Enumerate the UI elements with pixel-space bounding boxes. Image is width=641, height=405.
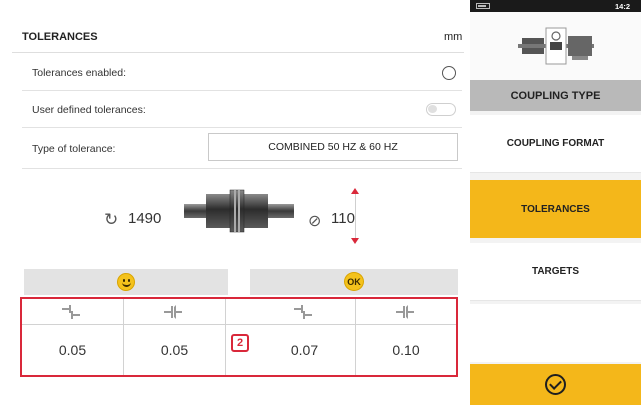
rpm-value[interactable]: 1490 [128,210,161,227]
coupling-image [184,189,294,233]
tolerance-table: 0.05 0.05 0.07 0.10 2 [20,297,458,377]
tolerance-value-cell[interactable]: 0.10 [356,325,456,375]
tolerance-header-cell [124,299,226,325]
user-defined-tolerances-label: User defined tolerances: [32,104,146,116]
row-divider [22,90,462,91]
diameter-icon: ⊘ [308,213,322,230]
user-defined-tolerances-toggle[interactable] [426,103,456,116]
diameter-dimension-line [355,194,356,242]
tolerance-value-cell[interactable]: 0.05 [124,325,226,375]
tolerance-header-cell [356,299,456,325]
status-bar-right: OK [250,269,458,295]
angularity-icon [396,305,414,319]
type-of-tolerance-label: Type of tolerance: [32,143,116,155]
type-of-tolerance-select[interactable]: COMBINED 50 HZ & 60 HZ [208,133,458,161]
tolerances-panel: TOLERANCES mm Tolerances enabled: User d… [0,0,470,405]
row-divider [22,168,462,169]
dimension-arrow-down [351,238,359,244]
tolerance-value-cell[interactable]: 0.07 [254,325,356,375]
rotation-icon: ↻ [104,210,119,229]
offset-icon [62,305,80,319]
clock: 14:2 [615,2,631,11]
tolerances-enabled-radio[interactable] [442,66,456,80]
battery-icon [476,3,490,9]
nav-empty-slot [470,304,641,362]
tolerance-header-cell [22,299,124,325]
row-divider [22,127,462,128]
nav-item-coupling-format[interactable]: COUPLING FORMAT [470,115,641,173]
tolerances-enabled-label: Tolerances enabled: [32,67,126,79]
callout-badge: 2 [231,334,249,352]
tolerance-value-cell[interactable]: 0.05 [22,325,124,375]
nav-item-targets[interactable]: TARGETS [470,243,641,301]
angularity-icon [164,305,182,319]
machine-thumbnail[interactable] [470,12,641,80]
unit-label: mm [444,31,463,43]
tolerance-header-gap [226,299,254,325]
status-bar-left [24,269,228,295]
coupling-type-header[interactable]: COUPLING TYPE [470,80,641,111]
system-status-bar: 14:2 [470,0,641,12]
confirm-check-icon [545,374,566,395]
confirm-button[interactable] [470,364,641,405]
nav-item-tolerances[interactable]: TOLERANCES [470,180,641,238]
dimension-arrow-up [351,188,359,194]
machine-train-icon [518,27,594,65]
page-title: TOLERANCES [22,31,98,43]
smiley-icon [117,273,135,291]
coupling-diameter-value[interactable]: 110 [331,210,355,227]
tolerance-header-cell [254,299,356,325]
offset-icon [294,305,312,319]
navigation-panel: 14:2 COUPLING TYPE COUPLING FORMAT TOLER… [470,0,641,405]
header-divider [12,52,464,53]
ok-badge: OK [344,272,364,291]
